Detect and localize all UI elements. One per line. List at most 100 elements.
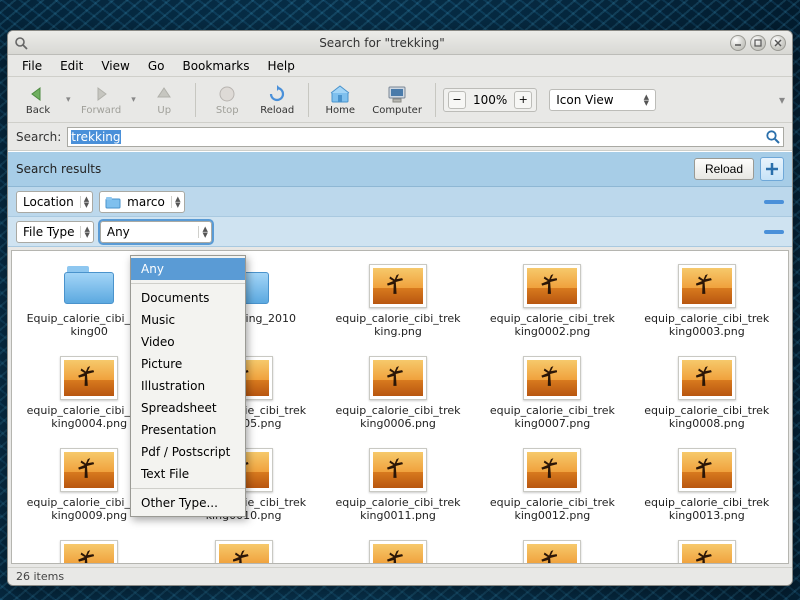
file-item[interactable]: equip_calorie_cibi_trekking0015.png: [166, 537, 320, 564]
status-bar: 26 items: [8, 567, 792, 585]
filetype-option[interactable]: Presentation: [131, 419, 245, 441]
file-view[interactable]: Equip_calorie_cibi_trekking00Cibi_trekki…: [11, 250, 789, 564]
maximize-button[interactable]: [750, 35, 766, 51]
back-button[interactable]: Back: [14, 80, 62, 120]
filetype-value-dropdown[interactable]: Any ▲▼: [100, 221, 212, 243]
toolbar-separator: [435, 83, 436, 117]
zoom-controls: − 100% +: [443, 88, 537, 112]
image-thumbnail-icon: [677, 539, 737, 564]
menu-file[interactable]: File: [14, 57, 50, 75]
menu-bookmarks[interactable]: Bookmarks: [174, 57, 257, 75]
menu-view[interactable]: View: [93, 57, 137, 75]
file-item[interactable]: equip_calorie_cibi_trekking0016.png: [321, 537, 475, 564]
results-title: Search results: [16, 162, 688, 176]
filter-row-filetype: File Type ▲▼ Any ▲▼: [8, 217, 792, 247]
filetype-option[interactable]: Video: [131, 331, 245, 353]
image-thumbnail-icon: [677, 447, 737, 493]
filetype-option[interactable]: Spreadsheet: [131, 397, 245, 419]
close-button[interactable]: [770, 35, 786, 51]
folder-selector[interactable]: marco ▲▼: [99, 191, 184, 213]
file-name: equip_calorie_cibi_trekking0002.png: [487, 312, 617, 338]
chevron-updown-icon: ▲▼: [198, 226, 210, 238]
search-input-container: [67, 127, 784, 147]
reload-icon: [267, 84, 287, 104]
file-item[interactable]: equip_calorie_cibi_trekking.png: [321, 261, 475, 353]
file-name: equip_calorie_cibi_trekking0008.png: [642, 404, 772, 430]
file-name: equip_calorie_cibi_trekking.png: [333, 312, 463, 338]
search-bar: Search:: [8, 123, 792, 151]
stop-icon: [218, 84, 236, 104]
menu-edit[interactable]: Edit: [52, 57, 91, 75]
arrow-right-icon: [91, 84, 111, 104]
reload-button[interactable]: Reload: [253, 80, 301, 120]
filter-row-location: Location ▲▼ marco ▲▼: [8, 187, 792, 217]
folder-icon: [100, 195, 121, 209]
remove-filter-button[interactable]: [764, 230, 784, 234]
chevron-updown-icon: ▲▼: [171, 196, 183, 208]
zoom-out-button[interactable]: −: [448, 91, 466, 109]
toolbar-overflow[interactable]: ▾: [777, 93, 786, 107]
image-thumbnail-icon: [214, 539, 274, 564]
file-item[interactable]: equip_calorie_cibi_trekking0006.png: [321, 353, 475, 445]
file-item[interactable]: equip_calorie_cibi_trekking0013.png: [630, 445, 784, 537]
search-label: Search:: [16, 130, 61, 144]
arrow-left-icon: [28, 84, 48, 104]
file-item[interactable]: equip_calorie_cibi_trekking0011.png: [321, 445, 475, 537]
filetype-option[interactable]: Pdf / Postscript: [131, 441, 245, 463]
minimize-button[interactable]: [730, 35, 746, 51]
file-item[interactable]: equip_calorie_cibi_trekking0017.png: [475, 537, 629, 564]
file-item[interactable]: equip_calorie_cibi_trekking0003.png: [630, 261, 784, 353]
window-title: Search for "trekking": [34, 36, 730, 50]
search-input[interactable]: [68, 129, 763, 145]
filetype-option[interactable]: Any: [131, 258, 245, 280]
menu-help[interactable]: Help: [260, 57, 303, 75]
add-filter-button[interactable]: [760, 157, 784, 181]
view-mode-selector[interactable]: Icon View ▲▼: [549, 89, 656, 111]
chevron-updown-icon: ▲▼: [80, 226, 92, 238]
filetype-option[interactable]: Documents: [131, 287, 245, 309]
file-name: equip_calorie_cibi_trekking0007.png: [487, 404, 617, 430]
home-icon: [329, 84, 351, 104]
file-item[interactable]: equip_calorie_cibi_trekking0018.png: [630, 537, 784, 564]
location-dropdown[interactable]: Location ▲▼: [16, 191, 93, 213]
filetype-label-dropdown[interactable]: File Type ▲▼: [16, 221, 94, 243]
image-thumbnail-icon: [368, 263, 428, 309]
menu-separator: [131, 488, 245, 489]
search-results-header: Search results Reload: [8, 151, 792, 187]
forward-history-dropdown[interactable]: ▾: [129, 95, 138, 105]
filetype-option[interactable]: Text File: [131, 463, 245, 485]
search-submit-button[interactable]: [763, 127, 783, 147]
file-item[interactable]: equip_calorie_cibi_trekking0008.png: [630, 353, 784, 445]
file-item[interactable]: equip_calorie_cibi_trekking0012.png: [475, 445, 629, 537]
file-name: equip_calorie_cibi_trekking0003.png: [642, 312, 772, 338]
file-item[interactable]: equip_calorie_cibi_trekking0002.png: [475, 261, 629, 353]
back-history-dropdown[interactable]: ▾: [64, 95, 73, 105]
file-name: equip_calorie_cibi_trekking0006.png: [333, 404, 463, 430]
window-app-icon: [14, 36, 28, 50]
results-reload-button[interactable]: Reload: [694, 158, 754, 180]
menu-separator: [131, 283, 245, 284]
file-name: equip_calorie_cibi_trekking0013.png: [642, 496, 772, 522]
zoom-in-button[interactable]: +: [514, 91, 532, 109]
image-thumbnail-icon: [522, 447, 582, 493]
computer-button[interactable]: Computer: [366, 80, 428, 120]
file-item[interactable]: equip_calorie_cibi_trekking0014.png: [12, 537, 166, 564]
filetype-option[interactable]: Illustration: [131, 375, 245, 397]
folder-icon: [59, 263, 119, 309]
home-button[interactable]: Home: [316, 80, 364, 120]
zoom-level: 100%: [469, 93, 511, 107]
toolbar: Back ▾ Forward ▾ Up Stop Reload Home Com…: [8, 77, 792, 123]
toolbar-separator: [195, 83, 196, 117]
arrow-up-icon: [154, 84, 174, 104]
menubar: File Edit View Go Bookmarks Help: [8, 55, 792, 77]
filetype-option[interactable]: Music: [131, 309, 245, 331]
image-thumbnail-icon: [522, 539, 582, 564]
menu-go[interactable]: Go: [140, 57, 173, 75]
file-item[interactable]: equip_calorie_cibi_trekking0007.png: [475, 353, 629, 445]
titlebar[interactable]: Search for "trekking": [8, 31, 792, 55]
chevron-updown-icon: ▲▼: [80, 196, 92, 208]
view-mode-label: Icon View: [556, 93, 613, 107]
filetype-option[interactable]: Picture: [131, 353, 245, 375]
filetype-option[interactable]: Other Type...: [131, 492, 245, 514]
remove-filter-button[interactable]: [764, 200, 784, 204]
